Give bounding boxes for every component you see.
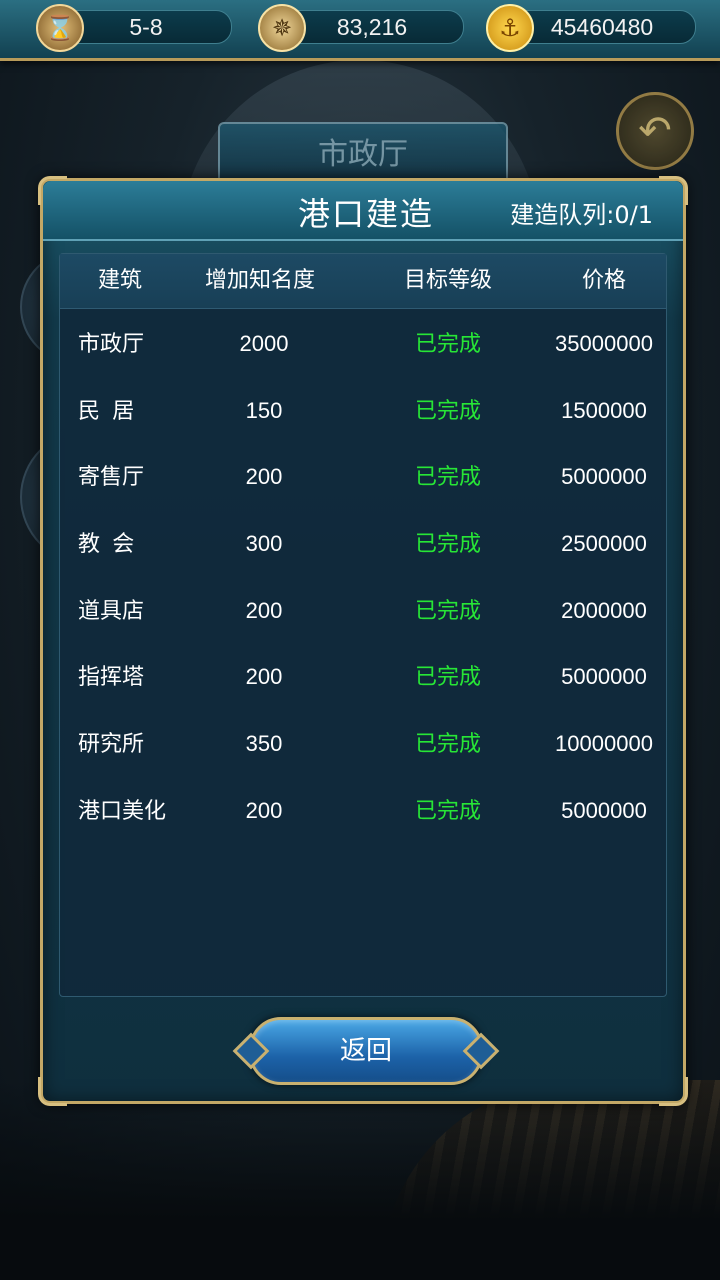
frame-corner xyxy=(38,176,67,205)
build-status: 已完成 xyxy=(414,664,481,689)
build-status: 已完成 xyxy=(414,731,481,756)
table-row[interactable]: 研究所 350 已完成 10000000 xyxy=(60,711,666,777)
build-status: 已完成 xyxy=(414,464,481,489)
table-row[interactable]: 民 居 150 已完成 1500000 xyxy=(60,378,666,444)
fame-value: 83,216 xyxy=(336,14,408,40)
frame-corner xyxy=(659,1077,688,1106)
level-value: 5-8 xyxy=(129,14,163,40)
gold-display: 45460480 xyxy=(508,10,696,44)
table-row[interactable]: 道具店 200 已完成 2000000 xyxy=(60,578,666,644)
table-row[interactable]: 市政厅 2000 已完成 35000000 xyxy=(60,311,666,377)
column-header-fame: 增加知名度 xyxy=(204,268,315,293)
build-price: 2000000 xyxy=(561,598,647,623)
table-row[interactable]: 港口美化 200 已完成 5000000 xyxy=(60,778,666,844)
gold-value: 45460480 xyxy=(550,14,654,40)
fame-gain: 2000 xyxy=(239,331,289,356)
build-status: 已完成 xyxy=(414,598,481,623)
fame-gain: 200 xyxy=(245,798,283,823)
column-header-building: 建筑 xyxy=(97,268,142,293)
anchor-icon: ⚓ xyxy=(486,4,534,52)
level-display: 5-8 xyxy=(60,10,232,44)
resource-bar: 5-8 ⌛ 83,216 ✵ 45460480 ⚓ xyxy=(0,0,720,61)
build-price: 5000000 xyxy=(561,798,647,823)
dialog-header: 港口建造 建造队列:0/1 xyxy=(43,181,683,241)
table-row[interactable]: 指挥塔 200 已完成 5000000 xyxy=(60,644,666,710)
hourglass-icon: ⌛ xyxy=(36,4,84,52)
build-status: 已完成 xyxy=(414,531,481,556)
column-header-price: 价格 xyxy=(581,268,626,293)
building-table: 建筑 增加知名度 目标等级 价格 市政厅 2000 已完成 35000000 民… xyxy=(59,253,667,997)
frame-corner xyxy=(659,176,688,205)
back-arrow-icon[interactable]: ↶ xyxy=(616,92,694,170)
return-button[interactable]: 返回 xyxy=(249,1017,483,1085)
build-status: 已完成 xyxy=(414,331,481,356)
frame-corner xyxy=(38,1077,67,1106)
fame-gain: 350 xyxy=(245,731,283,756)
building-name: 研究所 xyxy=(78,731,145,756)
column-header-target-level: 目标等级 xyxy=(403,268,492,293)
building-name: 港口美化 xyxy=(78,798,167,823)
building-name: 道具店 xyxy=(78,598,145,623)
fame-gain: 200 xyxy=(245,464,283,489)
build-price: 10000000 xyxy=(555,731,653,756)
build-status: 已完成 xyxy=(414,798,481,823)
harbor-construction-dialog: 港口建造 建造队列:0/1 建筑 增加知名度 目标等级 价格 市政厅 2000 … xyxy=(38,176,688,1106)
build-status: 已完成 xyxy=(414,398,481,423)
fame-gain: 200 xyxy=(245,598,283,623)
table-row[interactable]: 寄售厅 200 已完成 5000000 xyxy=(60,444,666,510)
building-name: 寄售厅 xyxy=(78,464,145,489)
building-name: 指挥塔 xyxy=(78,664,145,689)
compass-icon: ✵ xyxy=(258,4,306,52)
build-price: 35000000 xyxy=(555,331,653,356)
building-name: 民 居 xyxy=(78,398,135,423)
fame-gain: 300 xyxy=(245,531,283,556)
table-row[interactable]: 教 会 300 已完成 2500000 xyxy=(60,511,666,577)
fame-gain: 150 xyxy=(245,398,283,423)
build-price: 5000000 xyxy=(561,464,647,489)
building-name: 市政厅 xyxy=(78,331,145,356)
background-ground xyxy=(0,1080,720,1280)
build-price: 2500000 xyxy=(561,531,647,556)
building-name: 教 会 xyxy=(78,531,135,556)
build-price: 1500000 xyxy=(561,398,647,423)
fame-gain: 200 xyxy=(245,664,283,689)
build-queue-status: 建造队列:0/1 xyxy=(510,201,653,229)
table-header: 建筑 增加知名度 目标等级 价格 xyxy=(60,254,666,309)
fame-display: 83,216 xyxy=(280,10,464,44)
build-price: 5000000 xyxy=(561,664,647,689)
